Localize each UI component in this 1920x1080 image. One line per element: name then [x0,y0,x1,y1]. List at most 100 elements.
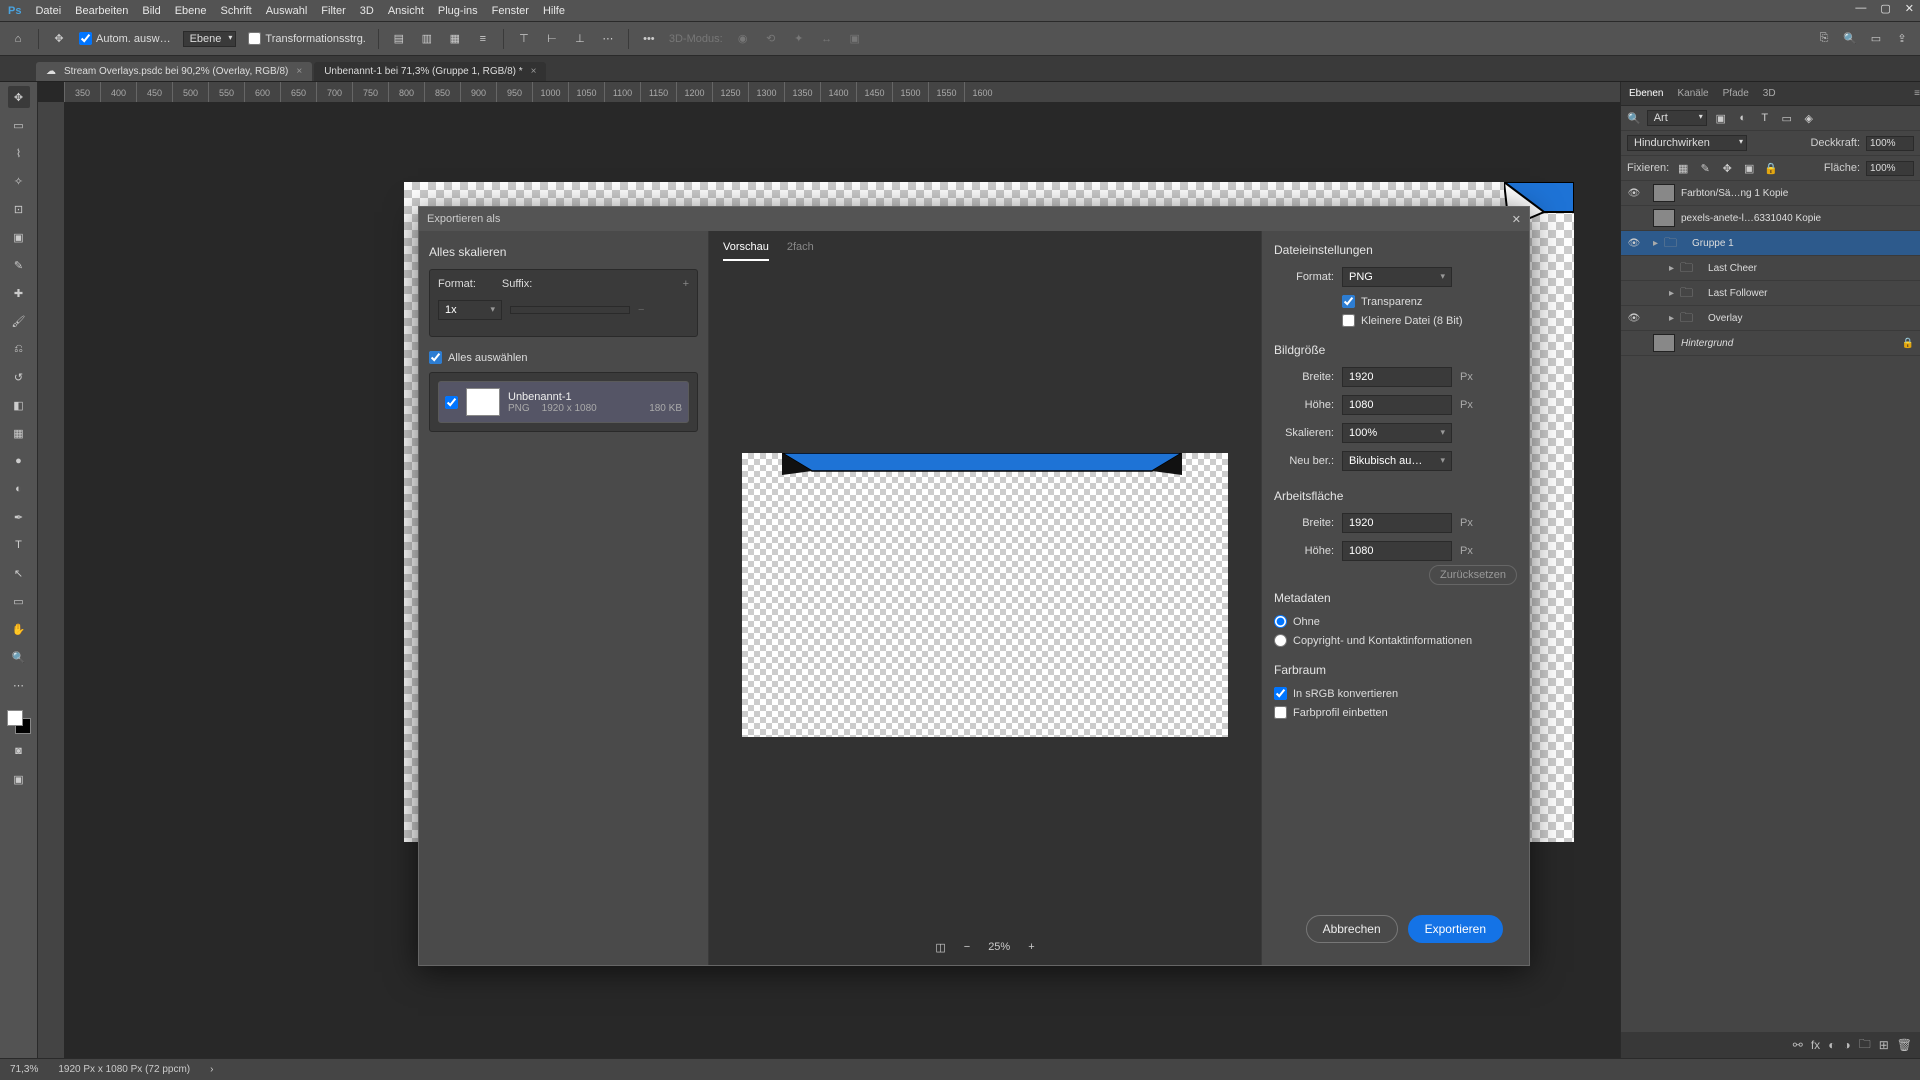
filter-type-select[interactable]: Art [1647,110,1707,126]
canvas-width-input[interactable]: 1920 [1342,513,1452,533]
lock-all-icon[interactable]: 🔒 [1763,160,1779,176]
preview-tab-2x[interactable]: 2fach [787,241,814,261]
link-layers-icon[interactable]: ⚯ [1793,1038,1803,1052]
move-tool[interactable]: ✥ [8,86,30,108]
opacity-input[interactable] [1866,136,1914,151]
3d-icon[interactable]: ⟲ [763,31,779,47]
brush-tool[interactable]: 🖌 [8,310,30,332]
pin-icon[interactable]: ⎘ [1816,31,1832,47]
wand-tool[interactable]: ✧ [8,170,30,192]
visibility-icon[interactable] [1627,261,1641,275]
delete-icon[interactable]: 🗑 [1897,1038,1912,1052]
blur-tool[interactable]: ● [8,450,30,472]
workspace-icon[interactable]: ▭ [1868,31,1884,47]
remove-row-icon[interactable]: − [638,304,644,316]
transform-check[interactable]: Transformationsstrg. [248,32,365,45]
menu-item[interactable]: Plug-ins [438,5,478,17]
preview-area[interactable] [719,269,1251,921]
heal-tool[interactable]: ✚ [8,282,30,304]
height-input[interactable]: 1080 [1342,395,1452,415]
embed-profile-check[interactable] [1274,706,1287,719]
metadata-copyright-radio[interactable] [1274,634,1287,647]
auto-select-check[interactable]: Autom. ausw… [79,32,171,45]
fx-icon[interactable]: fx [1811,1038,1820,1052]
marquee-tool[interactable]: ▭ [8,114,30,136]
cancel-button[interactable]: Abbrechen [1306,915,1398,943]
lock-nest-icon[interactable]: ▣ [1741,160,1757,176]
3d-icon[interactable]: ↔ [819,31,835,47]
add-row-icon[interactable]: + [683,278,689,290]
3d-icon[interactable]: ▣ [847,31,863,47]
chevron-right-icon[interactable]: ▸ [1669,313,1674,324]
preview-tab[interactable]: Vorschau [723,241,769,261]
lock-icon[interactable]: 🔒 [1902,338,1914,349]
filter-type-icon[interactable]: T [1757,110,1773,126]
visibility-icon[interactable] [1627,286,1641,300]
align-left-icon[interactable]: ▤ [391,31,407,47]
zoom-tool[interactable]: 🔍 [8,646,30,668]
search-icon[interactable]: 🔍 [1842,31,1858,47]
new-layer-icon[interactable]: ⊞ [1879,1038,1889,1052]
menu-item[interactable]: Filter [321,5,345,17]
filter-adj-icon[interactable]: ◐ [1735,110,1751,126]
filter-shape-icon[interactable]: ▭ [1779,110,1795,126]
document-tab[interactable]: ☁ Stream Overlays.psdc bei 90,2% (Overla… [36,62,312,81]
quickmask-tool[interactable]: ◙ [8,740,30,762]
menu-item[interactable]: Hilfe [543,5,565,17]
menu-item[interactable]: Schrift [221,5,252,17]
history-brush-tool[interactable]: ↺ [8,366,30,388]
document-tab[interactable]: Unbenannt-1 bei 71,3% (Gruppe 1, RGB/8) … [314,62,546,81]
chevron-right-icon[interactable]: ▸ [1653,238,1658,249]
panel-tab-paths[interactable]: Pfade [1723,88,1749,99]
adjustment-icon[interactable]: ◑ [1843,1038,1850,1052]
align-right-icon[interactable]: ▦ [447,31,463,47]
lock-paint-icon[interactable]: ✎ [1697,160,1713,176]
layer-row[interactable]: 👁▸🗀Gruppe 1 [1621,231,1920,256]
layer-row[interactable]: 👁Farbton/Sä…ng 1 Kopie [1621,181,1920,206]
crop-tool[interactable]: ⊡ [8,198,30,220]
gradient-tool[interactable]: ▦ [8,422,30,444]
zoom-level[interactable]: 71,3% [10,1064,38,1075]
close-tab-icon[interactable]: × [296,66,302,77]
select-all-check[interactable] [429,351,442,364]
chevron-right-icon[interactable]: ▸ [1669,263,1674,274]
minimize-icon[interactable]: — [1855,2,1866,15]
srgb-check[interactable] [1274,687,1287,700]
resample-select[interactable]: Bikubisch au… [1342,451,1452,471]
layer-row[interactable]: Hintergrund🔒 [1621,331,1920,356]
asset-item[interactable]: Unbenannt-1 PNG 1920 x 1080 180 KB [438,381,689,423]
chevron-right-icon[interactable]: › [210,1064,213,1075]
align-bot-icon[interactable]: ⊥ [572,31,588,47]
screenmode-tool[interactable]: ▣ [8,768,30,790]
lock-pos-icon[interactable]: ✥ [1719,160,1735,176]
menu-item[interactable]: Ansicht [388,5,424,17]
layer-row[interactable]: ▸🗀Last Cheer [1621,256,1920,281]
align-center-icon[interactable]: ▥ [419,31,435,47]
blend-mode-select[interactable]: Hindurchwirken [1627,135,1747,151]
transparency-check[interactable] [1342,295,1355,308]
zoom-in-icon[interactable]: + [1028,941,1034,953]
width-input[interactable]: 1920 [1342,367,1452,387]
reset-button[interactable]: Zurücksetzen [1429,565,1517,585]
doc-info[interactable]: 1920 Px x 1080 Px (72 ppcm) [58,1064,190,1075]
visibility-icon[interactable]: 👁 [1627,236,1641,250]
crop-icon[interactable]: ◫ [935,941,945,954]
menu-item[interactable]: Bearbeiten [75,5,128,17]
color-swatch[interactable] [7,710,31,734]
scale-select[interactable]: 100% [1342,423,1452,443]
more-align-icon[interactable]: ⋯ [600,31,616,47]
home-icon[interactable]: ⌂ [10,31,26,47]
layer-row[interactable]: ▸🗀Last Follower [1621,281,1920,306]
stamp-tool[interactable]: ⎌ [8,338,30,360]
layer-row[interactable]: 👁▸🗀Overlay [1621,306,1920,331]
layer-select[interactable]: Ebene [183,31,237,47]
fill-input[interactable] [1866,161,1914,176]
filter-image-icon[interactable]: ▣ [1713,110,1729,126]
overflow-icon[interactable]: ••• [641,31,657,47]
shape-tool[interactable]: ▭ [8,590,30,612]
eraser-tool[interactable]: ◧ [8,394,30,416]
search-icon[interactable]: 🔍 [1627,112,1641,125]
visibility-icon[interactable] [1627,211,1641,225]
layer-row[interactable]: pexels-anete-l…6331040 Kopie [1621,206,1920,231]
panel-tab-layers[interactable]: Ebenen [1629,88,1663,99]
